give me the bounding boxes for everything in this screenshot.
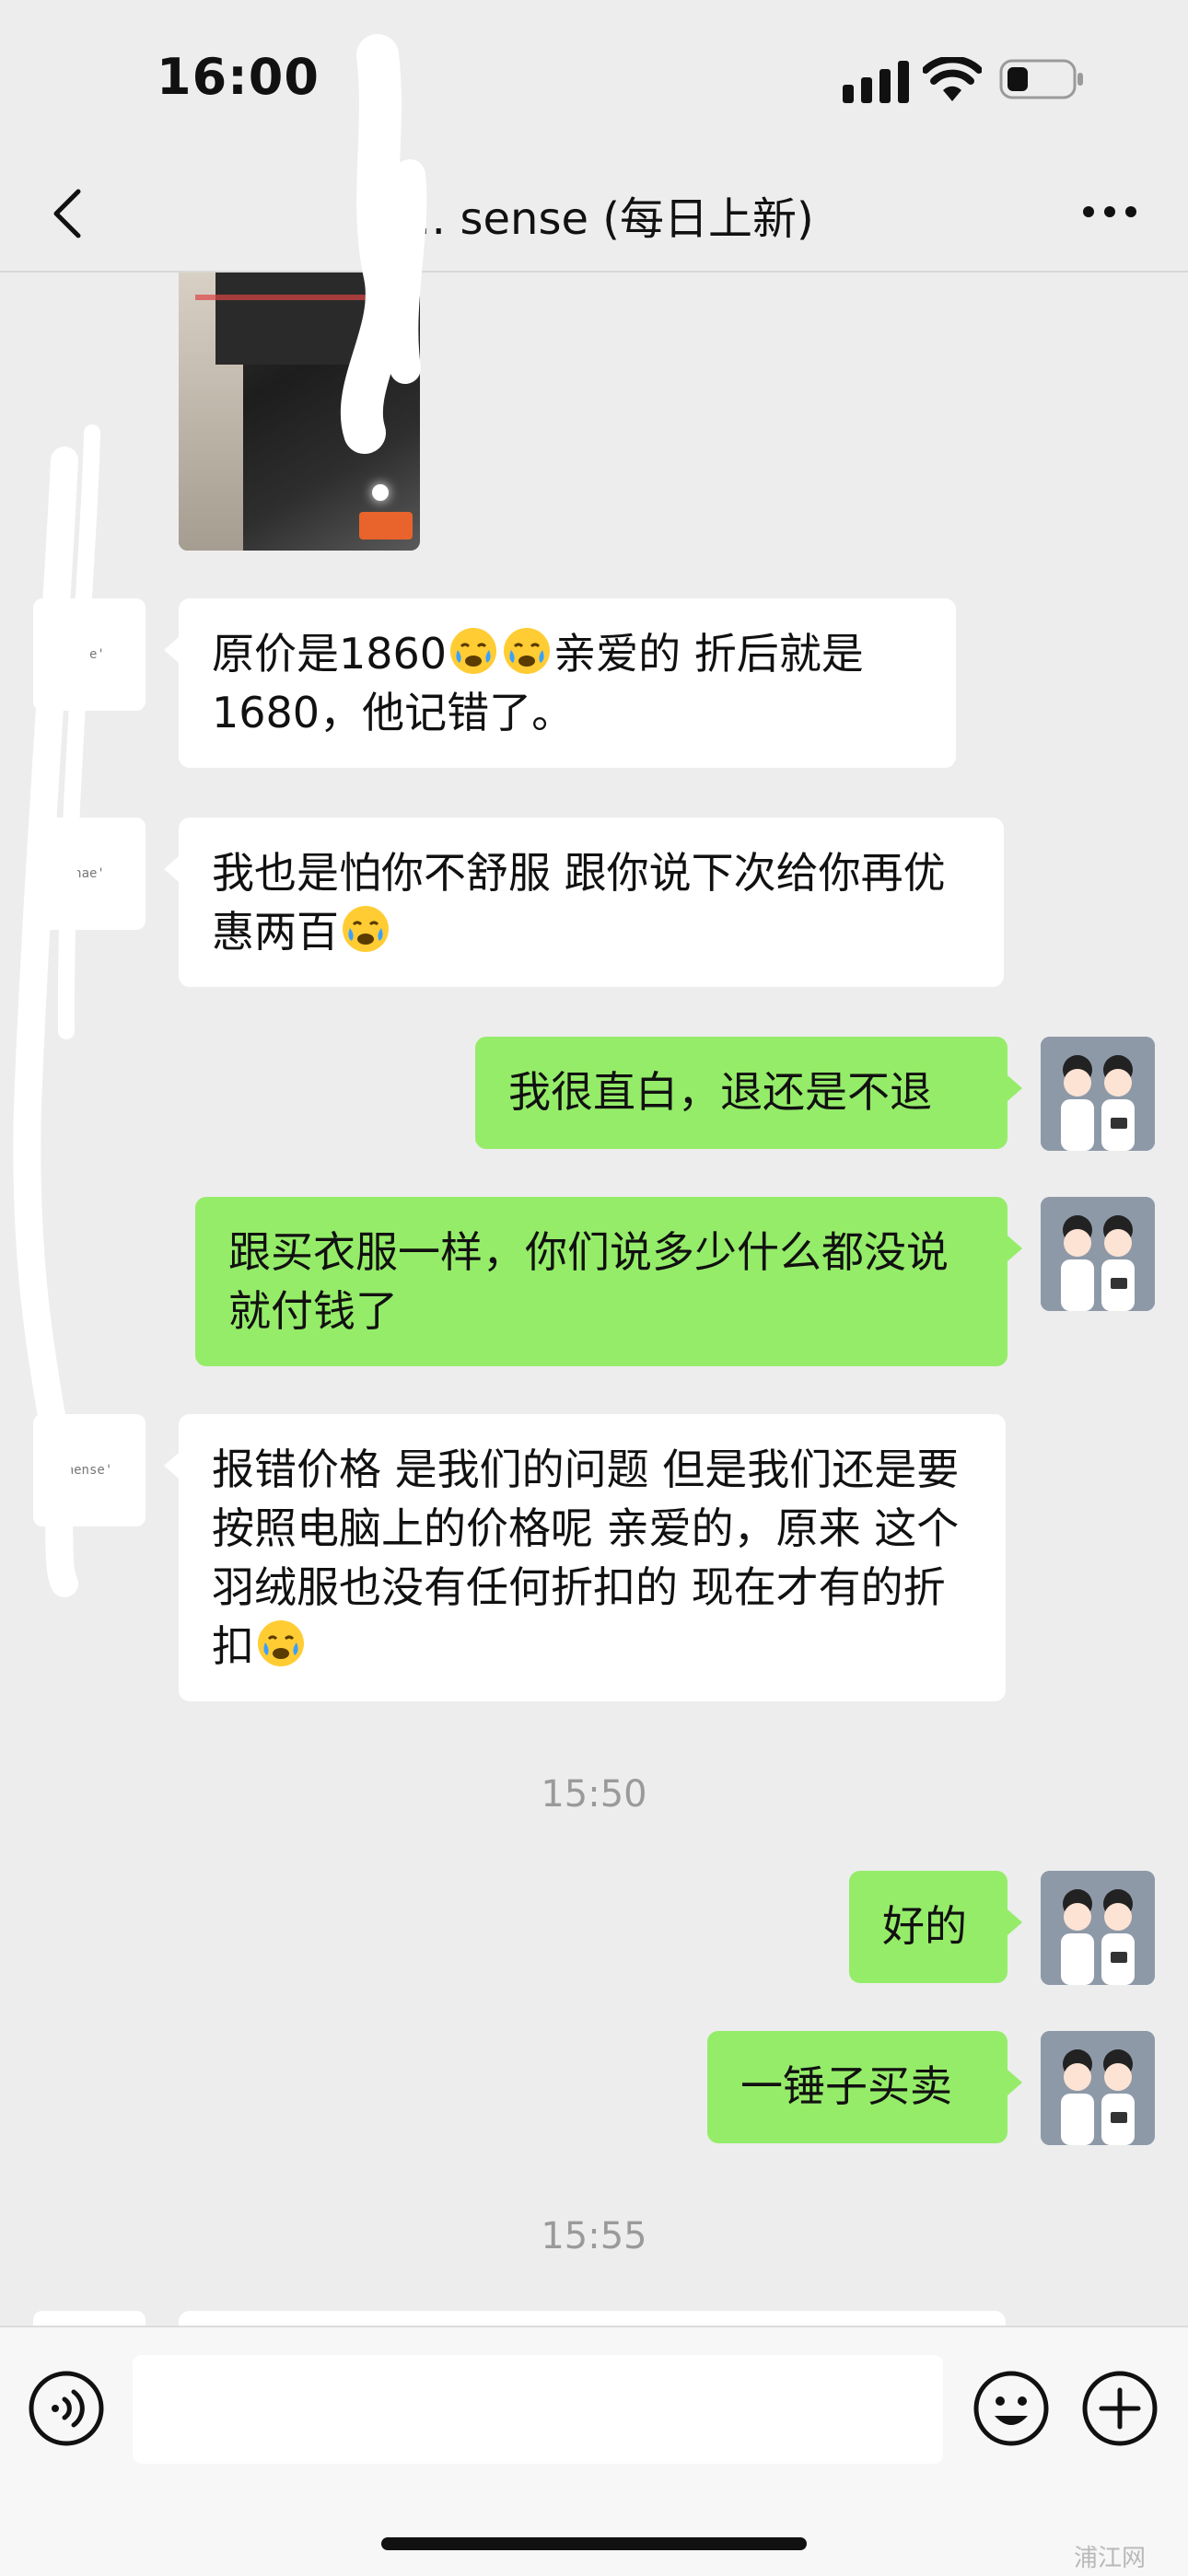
emoji-button[interactable] xyxy=(973,2370,1050,2447)
site-watermark: 浦江网 xyxy=(1074,2545,1147,2572)
cellular-signal-icon xyxy=(843,61,909,103)
chat-title: … sense (每日上新) xyxy=(402,193,814,245)
crying-face-emoji-icon xyxy=(258,1620,304,1666)
message-timestamp: 15:55 xyxy=(541,2215,647,2257)
photo-phone-screen xyxy=(215,273,390,365)
voice-icon xyxy=(29,2371,104,2446)
crying-face-emoji-icon xyxy=(450,628,497,674)
status-bar: 16:00 xyxy=(0,0,1188,157)
battery-icon xyxy=(999,59,1083,99)
incoming-message[interactable]: 报错价格 是我们的问题 但是我们还是要按照电脑上的价格呢 亲爱的，原来 这个羽绒… xyxy=(164,1414,1006,1701)
more-dots-icon xyxy=(1083,206,1136,217)
contact-avatar[interactable]: nae' xyxy=(33,818,146,930)
status-time: 16:00 xyxy=(157,48,320,106)
message-list[interactable]: nae' 原价是1860 亲爱的 折后就是1680，他记错了。 nae' 我也是怕… xyxy=(0,273,1188,2326)
message-text: 报错价格 是我们的问题 但是我们还是要按照电脑上的价格呢 亲爱的，原来 这个羽绒… xyxy=(212,1445,960,1671)
photo-message[interactable] xyxy=(179,273,420,551)
outgoing-message[interactable]: 我很直白，退还是不退 xyxy=(475,1037,1022,1149)
voice-input-button[interactable] xyxy=(28,2370,105,2447)
outgoing-message[interactable]: 一锤子买卖 xyxy=(707,2031,1022,2143)
photo-detail xyxy=(359,512,413,540)
smiley-icon xyxy=(973,2371,1049,2446)
message-text: 好的 xyxy=(882,1901,967,1951)
cartoon-avatar-icon xyxy=(1041,1871,1155,1985)
photo-detail xyxy=(372,484,389,501)
incoming-message[interactable]: 原价是1860 亲爱的 折后就是1680，他记错了。 xyxy=(164,598,956,768)
incoming-message[interactable]: 我也是怕你不舒服 跟你说下次给你再优惠两百 xyxy=(164,818,1004,987)
my-avatar[interactable] xyxy=(1041,1871,1155,1985)
my-avatar[interactable] xyxy=(1041,1037,1155,1151)
message-timestamp: 15:50 xyxy=(541,1773,647,1816)
more-options-button[interactable] xyxy=(1077,184,1142,239)
avatar-label: nae' xyxy=(74,647,105,662)
cartoon-avatar-icon xyxy=(1041,2031,1155,2145)
crying-face-emoji-icon xyxy=(504,628,551,674)
my-avatar[interactable] xyxy=(1041,1197,1155,1311)
contact-avatar[interactable]: nae' xyxy=(33,598,146,711)
photo-detail xyxy=(195,295,407,300)
contact-avatar[interactable] xyxy=(33,2311,146,2326)
message-input[interactable] xyxy=(133,2355,943,2464)
home-indicator[interactable] xyxy=(381,2537,807,2550)
incoming-message[interactable] xyxy=(179,2311,1006,2326)
avatar-label: nae' xyxy=(74,866,105,881)
cartoon-avatar-icon xyxy=(1041,1037,1155,1151)
cartoon-avatar-icon xyxy=(1041,1197,1155,1311)
message-text: 我也是怕你不舒服 跟你说下次给你再优惠两百 xyxy=(212,848,946,957)
message-text: 我很直白，退还是不退 xyxy=(508,1067,932,1117)
crying-face-emoji-icon xyxy=(343,906,389,952)
message-text: 跟买衣服一样，你们说多少什么都没说就付钱了 xyxy=(228,1227,949,1336)
outgoing-message[interactable]: 跟买衣服一样，你们说多少什么都没说就付钱了 xyxy=(195,1197,1022,1366)
more-functions-button[interactable] xyxy=(1081,2370,1159,2447)
my-avatar[interactable] xyxy=(1041,2031,1155,2145)
chat-header: … sense (每日上新) xyxy=(0,157,1188,273)
wifi-icon xyxy=(923,57,982,101)
plus-circle-icon xyxy=(1082,2371,1158,2446)
outgoing-message[interactable]: 好的 xyxy=(849,1871,1022,1983)
contact-avatar[interactable]: aense' xyxy=(33,1414,146,1526)
avatar-label: aense' xyxy=(65,1463,113,1478)
message-text: 一锤子买卖 xyxy=(740,2061,952,2111)
message-text: 原价是1860 xyxy=(212,629,448,679)
